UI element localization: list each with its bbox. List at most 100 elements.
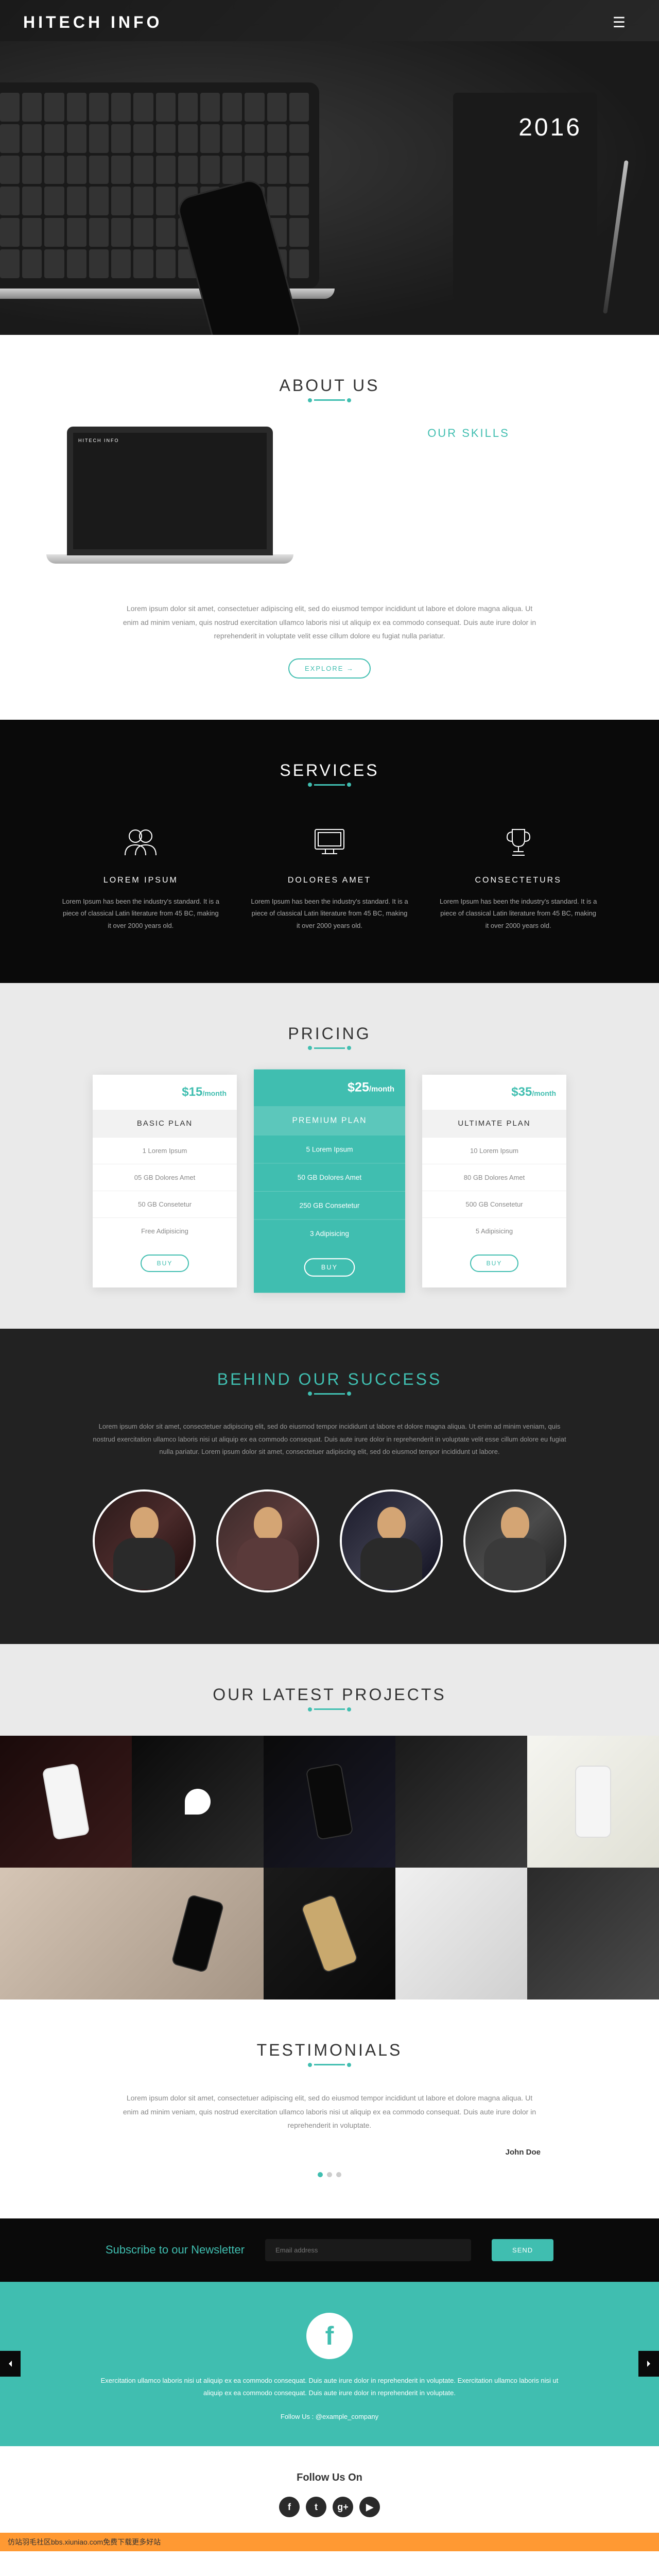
service-desc: Lorem Ipsum has been the industry's stan… [251, 895, 409, 931]
monitor-icon [309, 822, 350, 863]
carousel-dot[interactable] [336, 2172, 341, 2177]
title-decoration [314, 2064, 345, 2065]
service-desc: Lorem Ipsum has been the industry's stan… [62, 895, 220, 931]
social-section: f Exercitation ullamco laboris nisi ut a… [0, 2282, 659, 2446]
project-item[interactable] [132, 1868, 264, 1999]
notebook: 2016 [453, 93, 597, 299]
twitter-icon[interactable]: t [306, 2497, 326, 2517]
service-name: LOREM IPSUM [62, 876, 220, 885]
testimonials-section: TESTIMONIALS Lorem ipsum dolor sit amet,… [0, 1999, 659, 2218]
follow-handle: Follow Us : @example_company [21, 2413, 638, 2420]
plan-name: PREMIUM PLAN [254, 1106, 405, 1135]
price-period: /month [202, 1089, 227, 1097]
title-decoration [314, 399, 345, 401]
buy-button[interactable]: BUY [304, 1258, 355, 1277]
title-decoration [314, 1393, 345, 1395]
footer-title: Follow Us On [0, 2472, 659, 2484]
plan-feature: 50 GB Consetetur [93, 1191, 237, 1217]
price-card-basic: $15/month BASIC PLAN 1 Lorem Ipsum 05 GB… [93, 1075, 237, 1287]
buy-button[interactable]: BUY [470, 1255, 519, 1272]
googleplus-icon[interactable]: g+ [333, 2497, 353, 2517]
testimonials-title: TESTIMONIALS [0, 2041, 659, 2060]
explore-button[interactable]: EXPLORE → [288, 658, 371, 679]
title-decoration [314, 1708, 345, 1710]
facebook-icon[interactable]: f [306, 2313, 353, 2359]
testimonial-author: John Doe [98, 2148, 561, 2157]
projects-section: OUR LATEST PROJECTS [0, 1644, 659, 1999]
about-text: Lorem ipsum dolor sit amet, consectetuer… [98, 602, 561, 643]
youtube-icon[interactable]: ▶ [359, 2497, 380, 2517]
plan-feature: 80 GB Dolores Amet [422, 1164, 566, 1191]
hero-image: 2016 [0, 41, 659, 335]
project-item[interactable] [0, 1736, 132, 1868]
plan-name: BASIC PLAN [93, 1110, 237, 1137]
plan-feature: 50 GB Dolores Amet [254, 1163, 405, 1191]
project-item[interactable] [264, 1868, 395, 1999]
plan-feature: 5 Adipisicing [422, 1217, 566, 1244]
send-button[interactable]: SEND [492, 2239, 553, 2261]
service-item: CONSECTETURS Lorem Ipsum has been the in… [424, 811, 613, 942]
plan-feature: 250 GB Consetetur [254, 1191, 405, 1219]
service-name: DOLORES AMET [251, 876, 409, 885]
service-item: DOLORES AMET Lorem Ipsum has been the in… [235, 811, 424, 942]
project-item[interactable] [264, 1736, 395, 1868]
about-section: ABOUT US HITECH INFO OUR SKILLS Lorem ip… [0, 335, 659, 720]
plan-feature: Free Adipisicing [93, 1217, 237, 1244]
watermark-bar: 仿站羽毛社区bbs.xiuniao.com免费下载更多好站 [0, 2533, 659, 2551]
pricing-section: PRICING $15/month BASIC PLAN 1 Lorem Ips… [0, 983, 659, 1329]
notebook-year: 2016 [518, 113, 582, 142]
carousel-dot[interactable] [318, 2172, 323, 2177]
projects-title: OUR LATEST PROJECTS [0, 1685, 659, 1704]
services-section: SERVICES LOREM IPSUM Lorem Ipsum has bee… [0, 720, 659, 983]
hero-header: HITECH INFO ☰ 2016 [0, 0, 659, 335]
team-member[interactable] [216, 1489, 319, 1592]
price-card-premium: $25/month PREMIUM PLAN 5 Lorem Ipsum 50 … [254, 1070, 405, 1293]
footer: Follow Us On f t g+ ▶ [0, 2446, 659, 2533]
price-period: /month [369, 1084, 394, 1093]
testimonial-text: Lorem ipsum dolor sit amet, consectetuer… [98, 2091, 561, 2132]
email-input[interactable] [265, 2239, 471, 2261]
carousel-dots [0, 2172, 659, 2177]
carousel-dot[interactable] [327, 2172, 332, 2177]
newsletter-section: Subscribe to our Newsletter SEND [0, 2218, 659, 2282]
plan-feature: 500 GB Consetetur [422, 1191, 566, 1217]
skills-title: OUR SKILLS [324, 427, 613, 440]
menu-icon[interactable]: ☰ [613, 14, 626, 31]
plan-feature: 10 Lorem Ipsum [422, 1137, 566, 1164]
project-item[interactable] [395, 1868, 527, 1999]
plan-feature: 1 Lorem Ipsum [93, 1137, 237, 1164]
project-item[interactable] [527, 1868, 659, 1999]
team-member[interactable] [463, 1489, 566, 1592]
project-item[interactable] [132, 1736, 264, 1868]
plan-name: ULTIMATE PLAN [422, 1110, 566, 1137]
pen [603, 160, 629, 314]
next-arrow-icon[interactable] [638, 2351, 659, 2377]
project-item[interactable] [0, 1868, 132, 1999]
team-text: Lorem ipsum dolor sit amet, consectetuer… [72, 1420, 587, 1459]
title-decoration [314, 784, 345, 786]
team-member[interactable] [340, 1489, 443, 1592]
about-image: HITECH INFO [46, 427, 293, 581]
social-text: Exercitation ullamco laboris nisi ut ali… [98, 2375, 561, 2400]
service-name: CONSECTETURS [439, 876, 597, 885]
service-item: LOREM IPSUM Lorem Ipsum has been the ind… [46, 811, 235, 942]
plan-feature: 05 GB Dolores Amet [93, 1164, 237, 1191]
prev-arrow-icon[interactable] [0, 2351, 21, 2377]
service-desc: Lorem Ipsum has been the industry's stan… [439, 895, 597, 931]
mockup-logo: HITECH INFO [78, 438, 119, 443]
about-title: ABOUT US [0, 376, 659, 395]
users-icon [120, 822, 161, 863]
team-member[interactable] [93, 1489, 196, 1592]
price-amount: $25 [348, 1080, 369, 1095]
project-item[interactable] [527, 1736, 659, 1868]
project-item[interactable] [395, 1736, 527, 1868]
price-amount: $35 [511, 1085, 532, 1099]
facebook-icon[interactable]: f [279, 2497, 300, 2517]
newsletter-title: Subscribe to our Newsletter [106, 2243, 245, 2257]
buy-button[interactable]: BUY [141, 1255, 189, 1272]
title-decoration [314, 1047, 345, 1049]
trophy-icon [498, 822, 539, 863]
site-logo[interactable]: HITECH INFO [23, 13, 162, 32]
price-amount: $15 [182, 1085, 202, 1099]
price-card-ultimate: $35/month ULTIMATE PLAN 10 Lorem Ipsum 8… [422, 1075, 566, 1287]
